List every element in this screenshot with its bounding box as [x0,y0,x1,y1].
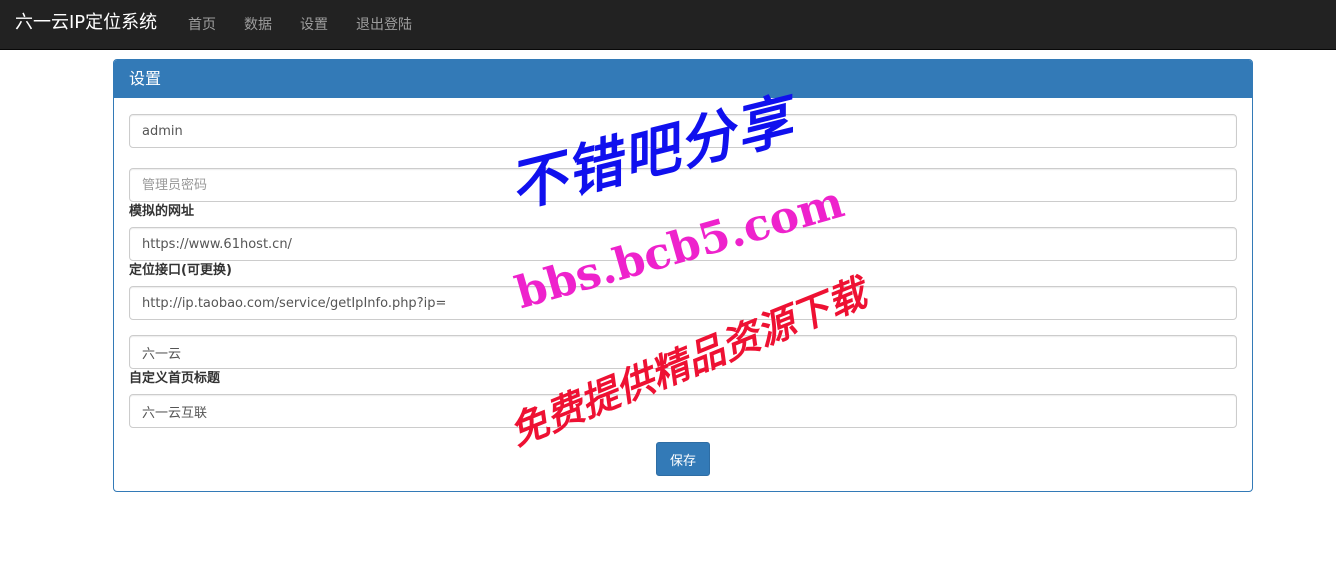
nav-link-home[interactable]: 首页 [174,0,230,50]
nav-item-home: 首页 [174,0,230,50]
top-navbar: 六一云IP定位系统 首页 数据 设置 退出登陆 [0,0,1336,50]
nav-item-data: 数据 [230,0,286,50]
settings-panel: 设置 模拟的网址 定位接口(可更换) 自定义首页标题 保存 [113,59,1253,492]
nav-link-logout[interactable]: 退出登陆 [342,0,426,50]
brand-link[interactable]: 六一云IP定位系统 [15,12,157,34]
site-name-input[interactable] [129,335,1237,369]
nav-menu: 首页 数据 设置 退出登陆 [174,0,426,50]
nav-link-settings[interactable]: 设置 [286,0,342,50]
panel-title: 设置 [114,60,1252,98]
locate-api-input[interactable] [129,286,1237,320]
nav-item-logout: 退出登陆 [342,0,426,50]
home-title-input[interactable] [129,394,1237,428]
locate-api-label: 定位接口(可更换) [129,263,232,278]
mock-url-input[interactable] [129,227,1237,261]
username-input[interactable] [129,114,1237,148]
home-title-label: 自定义首页标题 [129,371,221,386]
nav-link-data[interactable]: 数据 [230,0,286,50]
password-input[interactable] [129,168,1237,202]
save-button[interactable]: 保存 [656,442,710,476]
mock-url-label: 模拟的网址 [129,204,195,219]
nav-item-settings: 设置 [286,0,342,50]
